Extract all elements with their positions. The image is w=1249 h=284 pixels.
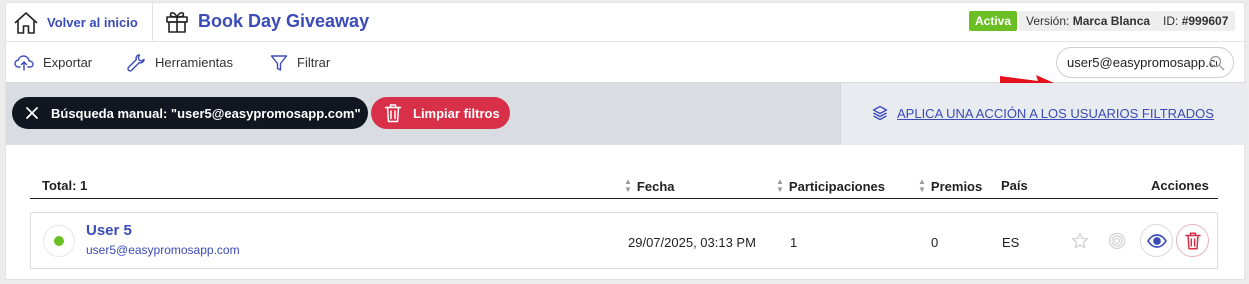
view-button[interactable]: [1140, 224, 1173, 257]
export-label: Exportar: [43, 55, 93, 70]
sort-icon: ▲ ▼: [776, 177, 784, 194]
version-prefix: Versión:: [1026, 14, 1070, 28]
clear-filters-label: Limpiar filtros: [413, 105, 500, 121]
wrench-icon: [127, 53, 145, 72]
clear-filters-button[interactable]: Limpiar filtros: [371, 97, 510, 129]
sort-icon: ▲ ▼: [624, 177, 632, 194]
version-value: Marca Blanca: [1072, 14, 1151, 28]
id-badge: ID: #999607: [1156, 11, 1236, 31]
filter-label: Filtrar: [297, 55, 331, 70]
status-badge: Activa: [969, 11, 1018, 31]
id-prefix: ID:: [1163, 14, 1179, 28]
id-value: #999607: [1181, 14, 1229, 28]
delete-button[interactable]: [1176, 224, 1209, 257]
close-icon[interactable]: [26, 107, 38, 119]
export-button[interactable]: Exportar: [14, 42, 92, 83]
column-date-label: Fecha: [636, 178, 675, 194]
search-icon[interactable]: [1209, 55, 1225, 71]
cloud-upload-icon: [14, 54, 34, 71]
cell-participations: 1: [790, 235, 798, 250]
gift-icon: [164, 8, 190, 34]
search-box[interactable]: [1056, 47, 1234, 78]
cell-country: ES: [1002, 235, 1020, 250]
version-badge: Versión: Marca Blanca: [1019, 11, 1158, 31]
active-filters-bar: Búsqueda manual: "user5@easypromosapp.co…: [6, 83, 1246, 145]
column-actions: Acciones: [1151, 178, 1209, 193]
app-frame: Volver al inicio Book Day Giveaway Activ…: [5, 2, 1246, 280]
user-email: user5@easypromosapp.com: [86, 243, 240, 257]
table-header: Total: 1 ▲ ▼ Fecha ▲ ▼ Participaciones ▲ ▼ …: [30, 175, 1218, 199]
layers-icon: [872, 105, 888, 121]
trash-icon: [384, 104, 402, 123]
column-date[interactable]: ▲ ▼ Fecha: [624, 178, 675, 194]
filter-icon: [270, 54, 288, 71]
total-count: Total: 1: [42, 178, 88, 193]
user-name-link[interactable]: User 5: [86, 222, 132, 239]
home-link[interactable]: Volver al inicio: [6, 3, 153, 42]
eye-icon: [1146, 233, 1167, 248]
home-icon: [14, 11, 38, 34]
manual-search-filter-chip[interactable]: Búsqueda manual: "user5@easypromosapp.co…: [12, 97, 368, 129]
cell-prizes: 0: [931, 235, 939, 250]
target-button[interactable]: [1100, 224, 1133, 257]
page-title: Book Day Giveaway: [198, 11, 370, 31]
bulk-action-link[interactable]: APLICA UNA ACCIÓN A LOS USUARIOS FILTRAD…: [872, 105, 1214, 121]
top-bar: Volver al inicio Book Day Giveaway Activ…: [6, 3, 1246, 42]
sort-icon: ▲ ▼: [918, 177, 926, 194]
target-icon: [1108, 232, 1125, 249]
tools-label: Herramientas: [155, 55, 234, 70]
tools-button[interactable]: Herramientas: [126, 42, 233, 83]
column-prizes-label: Premios: [930, 178, 983, 194]
home-link-label: Volver al inicio: [47, 15, 138, 30]
column-prizes[interactable]: ▲ ▼ Premios: [918, 178, 982, 194]
column-country: País: [1001, 178, 1028, 193]
bulk-action-label: APLICA UNA ACCIÓN A LOS USUARIOS FILTRAD…: [897, 105, 1214, 121]
table-row: User 5 user5@easypromosapp.com 29/07/202…: [30, 212, 1218, 269]
trash-icon: [1184, 231, 1201, 250]
star-button[interactable]: [1063, 224, 1096, 257]
filter-button[interactable]: Filtrar: [270, 42, 330, 83]
status-indicator: [43, 225, 75, 257]
cell-date: 29/07/2025, 03:13 PM: [628, 235, 756, 250]
search-input[interactable]: [1067, 55, 1217, 70]
toolbar: Exportar Herramientas Filtrar: [6, 42, 1246, 91]
column-participations[interactable]: ▲ ▼ Participaciones: [776, 178, 885, 194]
manual-search-chip-label: Búsqueda manual: "user5@easypromosapp.co…: [51, 105, 361, 121]
column-participations-label: Participaciones: [788, 178, 886, 194]
star-icon: [1071, 232, 1088, 248]
active-dot-icon: [54, 236, 64, 246]
